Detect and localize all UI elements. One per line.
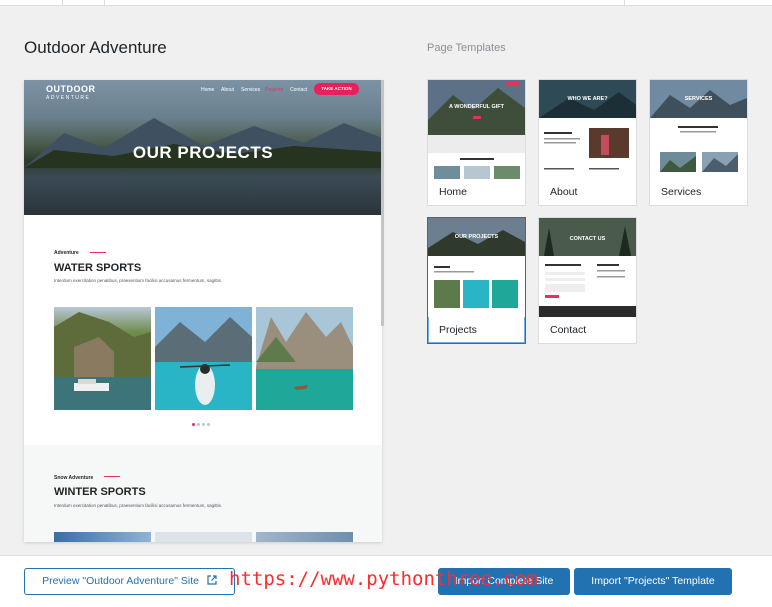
lake-boat-image <box>256 307 353 410</box>
preview-nav-home: Home <box>201 87 215 93</box>
template-card-projects[interactable]: OUR PROJECTS Projects <box>427 217 526 344</box>
template-thumbnail: OUR PROJECTS <box>428 218 525 317</box>
preview-hero: OUTDOOR ADVENTURE Home About Services Pr… <box>24 80 382 215</box>
external-link-icon <box>207 570 217 595</box>
preview-logo: OUTDOOR ADVENTURE <box>46 84 96 102</box>
page-title: Outdoor Adventure <box>24 38 167 57</box>
preview-cta-button: TAKE ACTION <box>314 83 359 95</box>
template-card-about[interactable]: WHO WE ARE? About <box>538 79 637 206</box>
section-text: Interdum exercitation penatibus, praesen… <box>54 278 223 283</box>
preview-nav-contact: Contact <box>290 87 308 93</box>
preview-nav-about: About <box>221 87 235 93</box>
template-name: Projects <box>439 324 477 336</box>
section-accent-line <box>104 476 120 477</box>
template-name: Services <box>661 186 702 198</box>
thumbnail-hero-text: WHO WE ARE? <box>567 96 608 102</box>
template-thumbnail: WHO WE ARE? <box>539 80 636 179</box>
thumbnail-hero-text: CONTACT US <box>569 236 606 242</box>
preview-nav-services: Services <box>241 87 261 93</box>
template-card-home[interactable]: A WONDERFUL GIFT Home <box>427 79 526 206</box>
template-name: Contact <box>550 324 587 336</box>
carousel-dots[interactable] <box>192 413 212 431</box>
top-toolbar <box>0 0 772 6</box>
winter-image <box>256 532 353 542</box>
project-image <box>155 307 252 410</box>
carousel-dot[interactable] <box>197 423 200 426</box>
toolbar-divider <box>624 0 625 6</box>
template-thumbnail: CONTACT US <box>539 218 636 317</box>
carousel-dot[interactable] <box>192 423 195 426</box>
home-thumbnail-image <box>428 80 525 179</box>
template-card-contact[interactable]: CONTACT US Contact <box>538 217 637 344</box>
section-title: WINTER SPORTS <box>54 486 146 498</box>
watermark-text: https://www.pythonthree.com <box>229 568 538 590</box>
preview-scrollbar[interactable] <box>381 80 384 326</box>
cliff-boat-image <box>54 312 151 410</box>
project-image <box>256 307 353 410</box>
winter-image <box>54 532 151 542</box>
thumbnail-hero-text: SERVICES <box>684 96 713 102</box>
preview-nav-projects: Projects <box>265 87 284 93</box>
template-name: About <box>550 186 578 198</box>
preview-site-button[interactable]: Preview "Outdoor Adventure" Site <box>24 568 235 595</box>
about-thumbnail-image <box>539 80 636 170</box>
template-thumbnail: SERVICES <box>650 80 747 179</box>
thumbnail-hero-text: A WONDERFUL GIFT <box>449 104 504 110</box>
projects-thumbnail-image <box>428 218 525 308</box>
carousel-dot[interactable] <box>207 423 210 426</box>
template-card-services[interactable]: SERVICES Services <box>649 79 748 206</box>
winter-image <box>155 532 252 542</box>
services-thumbnail-image <box>650 80 747 172</box>
import-template-button[interactable]: Import "Projects" Template <box>574 568 732 595</box>
section-label: Snow Adventure <box>54 475 94 481</box>
template-thumbnail: A WONDERFUL GIFT <box>428 80 525 179</box>
site-preview[interactable]: OUTDOOR ADVENTURE Home About Services Pr… <box>24 80 382 542</box>
section-label: Adventure <box>54 250 79 256</box>
preview-hero-heading: OUR PROJECTS <box>132 143 274 162</box>
kayak-image <box>155 307 252 410</box>
preview-site-label: Preview "Outdoor Adventure" Site <box>42 575 199 587</box>
thumbnail-hero-text: OUR PROJECTS <box>454 234 499 240</box>
toolbar-divider <box>62 0 63 6</box>
project-image <box>54 307 151 410</box>
section-accent-line <box>90 252 106 253</box>
contact-thumbnail-image <box>539 218 636 317</box>
page-templates-label: Page Templates <box>427 42 506 54</box>
section-title: WATER SPORTS <box>54 262 142 274</box>
template-name: Home <box>439 186 468 198</box>
toolbar-divider <box>104 0 105 6</box>
section-text: Interdum exercitation penatibus, praesen… <box>54 503 223 508</box>
carousel-dot[interactable] <box>202 423 205 426</box>
